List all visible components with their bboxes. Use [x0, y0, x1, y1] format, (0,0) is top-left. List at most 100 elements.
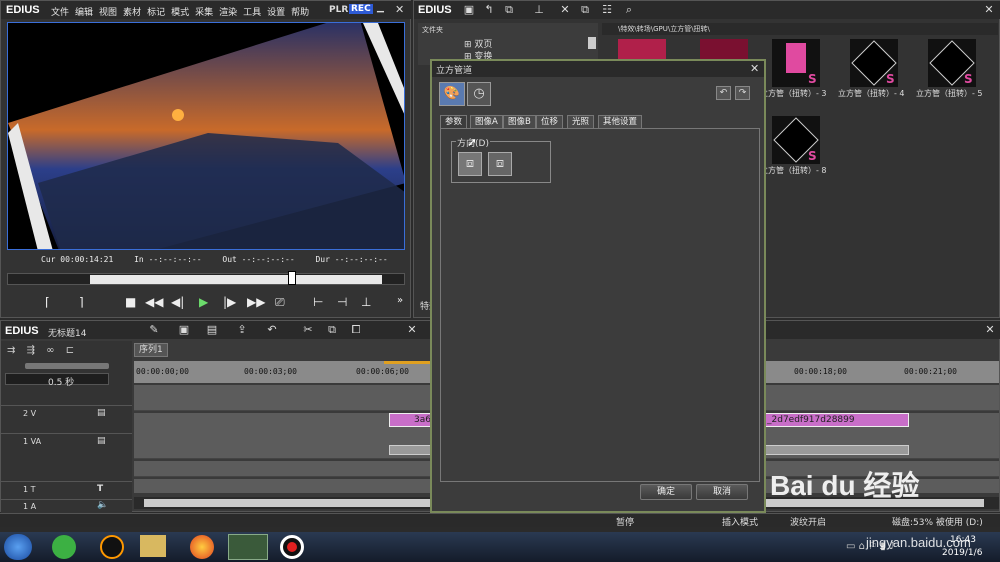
track-visibility-icon[interactable]: ▤ [97, 408, 106, 418]
zoom-control[interactable]: 0.5 秒 [5, 373, 109, 388]
menu-view[interactable]: 视图 [99, 8, 117, 18]
match-frame-icon[interactable]: ⊥ [361, 295, 371, 309]
save-project-icon[interactable]: ▤ [205, 323, 219, 337]
menu-capture[interactable]: 采集 [195, 8, 213, 18]
set-in-icon[interactable]: ⌈ [45, 295, 50, 309]
step-back-icon[interactable]: ◀| [171, 295, 184, 309]
status-ripple[interactable]: 波纹开启 [790, 515, 826, 528]
tab-lighting[interactable]: 光照 [567, 115, 595, 128]
minimize-icon[interactable]: ▁ [377, 3, 384, 13]
direction-group: 方向(D) ⧈ ⧈ [451, 136, 551, 183]
menu-edit[interactable]: 编辑 [75, 8, 93, 18]
timer-button[interactable]: ◷ [467, 82, 491, 106]
cancel-button[interactable]: 取消 [696, 484, 748, 500]
out-value: --:--:--:-- [241, 255, 295, 264]
delete-icon[interactable]: ✕ [405, 323, 419, 337]
direction-option-2-icon[interactable]: ⧈ [488, 152, 512, 176]
undo-dialog-icon[interactable]: ↶ [716, 86, 731, 100]
properties-icon[interactable]: ⧉ [578, 3, 592, 17]
tab-other-settings[interactable]: 其他设置 [598, 115, 643, 128]
taskbar-app-qq[interactable] [100, 535, 124, 559]
tab-offset[interactable]: 位移 [536, 115, 564, 128]
sequence-tab[interactable]: 序列1 [134, 343, 168, 357]
effect-thumb-8[interactable]: S [772, 116, 820, 164]
folder-icon[interactable]: ▣ [462, 3, 476, 17]
export-icon[interactable]: ⇪ [235, 323, 249, 337]
cut-tool-icon[interactable]: ✂ [301, 323, 315, 337]
rec-button[interactable]: REC [349, 4, 373, 14]
ruler-tick: 00:00:00;00 [136, 367, 189, 376]
menu-file[interactable]: 文件 [51, 8, 69, 18]
loop-icon[interactable]: ⎚ [275, 295, 285, 310]
taskbar-app-edius[interactable] [228, 534, 268, 560]
speaker-icon[interactable]: 🔈 [97, 500, 108, 510]
tab-image-a[interactable]: 图像A [470, 115, 503, 128]
bin-close-icon[interactable]: ✕ [982, 3, 996, 17]
menu-settings[interactable]: 设置 [267, 8, 285, 18]
palette-button[interactable]: 🎨 [439, 82, 465, 106]
start-button[interactable] [4, 534, 32, 560]
audio-clip-right[interactable] [764, 445, 909, 455]
add-to-timeline-icon[interactable]: ⊥ [532, 3, 546, 17]
view-icon[interactable]: ☷ [600, 3, 614, 17]
open-project-icon[interactable]: ▣ [177, 323, 191, 337]
undo-icon[interactable]: ↶ [265, 323, 279, 337]
video-clip-right[interactable]: _2d7edf917d28899 [764, 413, 909, 427]
tab-parameters[interactable]: 参数 [440, 115, 468, 128]
menu-help[interactable]: 帮助 [291, 8, 309, 18]
effect-thumb-3[interactable]: S [772, 39, 820, 87]
title-track-icon[interactable]: T [97, 484, 103, 494]
dialog-close-icon[interactable]: ✕ [750, 62, 759, 75]
fast-forward-icon[interactable]: ▶▶ [247, 295, 265, 309]
overwrite-edit-icon[interactable]: ⊣ [337, 295, 347, 309]
watermark-url: jingyan.baidu.com [866, 535, 971, 550]
scrub-bar[interactable] [7, 271, 405, 285]
video-clip-left[interactable]: 3a68 [389, 413, 437, 427]
play-icon[interactable]: ▶ [199, 295, 208, 309]
status-pause: 暂停 [616, 518, 635, 528]
search-icon[interactable]: ⌕ [622, 3, 636, 17]
add-clip-icon[interactable]: ⧉ [502, 3, 516, 17]
new-sequence-icon[interactable]: ✎ [147, 323, 161, 337]
menu-render[interactable]: 渲染 [219, 8, 237, 18]
taskbar-app-explorer[interactable] [140, 535, 166, 557]
track-visibility-icon[interactable]: ▤ [97, 436, 106, 446]
zoom-slider[interactable] [25, 363, 109, 369]
copy-icon[interactable]: ⧉ [325, 323, 339, 337]
menu-tools[interactable]: 工具 [243, 8, 261, 18]
group-icon[interactable]: ⊏ [66, 345, 74, 356]
rewind-icon[interactable]: ◀◀ [145, 295, 163, 309]
audio-clip-left[interactable] [389, 445, 434, 455]
taskbar-app-360[interactable] [52, 535, 76, 559]
menu-mode[interactable]: 模式 [171, 8, 189, 18]
menu-clip[interactable]: 素材 [123, 8, 141, 18]
path-bar: \特效\转场\GPU\立方管\扭转\ [602, 23, 998, 35]
taskbar-app-recorder[interactable] [280, 535, 304, 559]
cut-icon[interactable]: ✕ [558, 3, 572, 17]
plr-button[interactable]: PLR [329, 5, 348, 15]
insert-edit-icon[interactable]: ⊢ [313, 295, 323, 309]
timeline-close-icon[interactable]: ✕ [983, 323, 997, 337]
direction-option-1-icon[interactable]: ⧈ [458, 152, 482, 176]
up-folder-icon[interactable]: ↰ [482, 3, 496, 17]
status-insert-mode[interactable]: 插入模式 [722, 515, 758, 528]
stop-icon[interactable]: ■ [125, 295, 136, 309]
close-icon[interactable]: ✕ [395, 3, 404, 16]
step-forward-icon[interactable]: |▶ [223, 295, 236, 309]
link-icon[interactable]: ∞ [46, 345, 54, 356]
tab-image-b[interactable]: 图像B [503, 115, 536, 128]
paste-icon[interactable]: ⧠ [349, 323, 363, 337]
playhead[interactable] [288, 271, 296, 285]
effect-thumb-5[interactable]: S [928, 39, 976, 87]
track-tool-icon[interactable]: ⇶ [27, 345, 35, 356]
ok-button[interactable]: 确定 [640, 484, 692, 500]
redo-dialog-icon[interactable]: ↷ [735, 86, 750, 100]
menu-marker[interactable]: 标记 [147, 8, 165, 18]
effect-thumb-4[interactable]: S [850, 39, 898, 87]
track-tool-icon[interactable]: ⇉ [7, 345, 15, 356]
taskbar-app-firefox[interactable] [190, 535, 214, 559]
tree-scrollbar[interactable] [588, 37, 596, 49]
more-icon[interactable]: » [397, 295, 403, 306]
thumb-label-5: 立方管（扭转）- 5 [916, 89, 983, 98]
set-out-icon[interactable]: ⌉ [79, 295, 84, 309]
